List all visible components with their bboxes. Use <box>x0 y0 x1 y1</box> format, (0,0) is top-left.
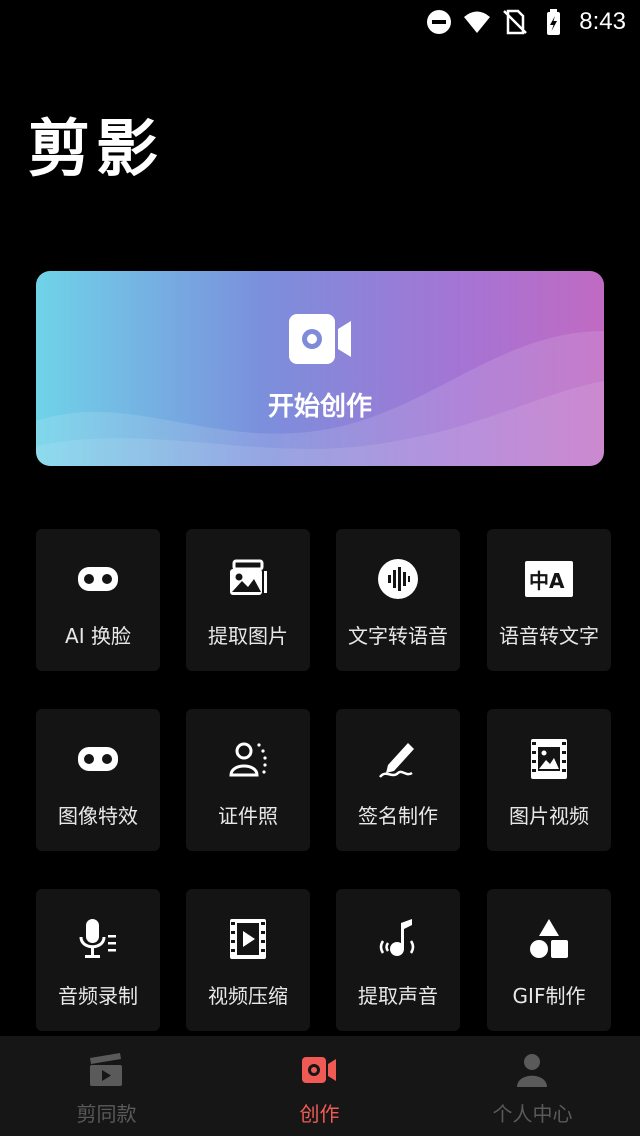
extract-image-icon <box>230 559 267 595</box>
id-photo-icon <box>229 742 267 777</box>
music-note-icon <box>379 919 415 956</box>
screen: 8:43 剪影 开始创作 AI 换脸 提取图片 文字转语音 中A 语音转文字 图… <box>0 0 640 1136</box>
nav-label: 创作 <box>299 1102 340 1126</box>
tool-text-to-speech[interactable]: 文字转语音 <box>336 529 460 671</box>
start-creation-label: 开始创作 <box>267 392 372 422</box>
tool-label: 提取声音 <box>358 984 438 1008</box>
bottom-navigation: 剪同款 创作 个人中心 <box>0 1036 640 1136</box>
translate-icon: 中A <box>525 561 573 597</box>
nav-label: 剪同款 <box>76 1102 137 1126</box>
tool-label: 签名制作 <box>358 804 438 828</box>
video-camera-icon <box>289 314 351 364</box>
no-sim-icon <box>503 9 528 35</box>
shapes-icon <box>530 919 568 958</box>
battery-charging-icon <box>547 9 561 35</box>
tool-label: 证件照 <box>218 804 278 828</box>
tool-video-compress[interactable]: 视频压缩 <box>186 889 310 1031</box>
tool-audio-record[interactable]: 音频录制 <box>36 889 160 1031</box>
tool-photo-video[interactable]: 图片视频 <box>487 709 611 851</box>
status-bar: 8:43 <box>0 0 640 44</box>
tool-ai-face-swap[interactable]: AI 换脸 <box>36 529 160 671</box>
app-title: 剪影 <box>28 112 165 185</box>
tool-id-photo[interactable]: 证件照 <box>186 709 310 851</box>
tool-label: 提取图片 <box>208 624 288 648</box>
wifi-icon <box>464 11 491 33</box>
tool-image-effects[interactable]: 图像特效 <box>36 709 160 851</box>
film-play-icon <box>230 919 266 959</box>
nav-tab-profile[interactable]: 个人中心 <box>426 1036 639 1136</box>
tool-label: 文字转语音 <box>348 624 448 648</box>
tool-label: 视频压缩 <box>208 984 288 1008</box>
tool-label: 语音转文字 <box>499 624 599 648</box>
nav-tab-templates[interactable]: 剪同款 <box>0 1036 213 1136</box>
clock: 8:43 <box>579 8 626 35</box>
nav-label: 个人中心 <box>492 1102 573 1126</box>
photo-film-icon <box>531 739 567 779</box>
tool-label: GIF制作 <box>512 984 586 1008</box>
tool-label: AI 换脸 <box>65 624 131 648</box>
start-creation-banner[interactable] <box>36 271 604 466</box>
vr-glasses-icon <box>78 567 118 591</box>
nav-tab-create[interactable]: 创作 <box>213 1036 426 1136</box>
effects-glasses-icon <box>78 747 118 771</box>
banner-wave-decoration <box>36 331 604 466</box>
dnd-icon <box>427 10 452 34</box>
record-icon <box>302 1057 336 1083</box>
signature-pen-icon <box>379 743 414 778</box>
clapperboard-icon <box>90 1053 122 1086</box>
tool-gif-maker[interactable]: GIF制作 <box>487 889 611 1031</box>
person-icon <box>517 1054 547 1087</box>
tool-label: 图片视频 <box>509 804 589 828</box>
tool-extract-image[interactable]: 提取图片 <box>186 529 310 671</box>
tool-label: 音频录制 <box>58 984 138 1008</box>
tool-label: 图像特效 <box>58 804 138 828</box>
svg-text:中A: 中A <box>529 569 565 593</box>
tool-extract-audio[interactable]: 提取声音 <box>336 889 460 1031</box>
microphone-icon <box>79 919 116 958</box>
tool-speech-to-text[interactable]: 中A 语音转文字 <box>487 529 611 671</box>
tool-signature[interactable]: 签名制作 <box>336 709 460 851</box>
sound-wave-icon <box>378 559 418 599</box>
